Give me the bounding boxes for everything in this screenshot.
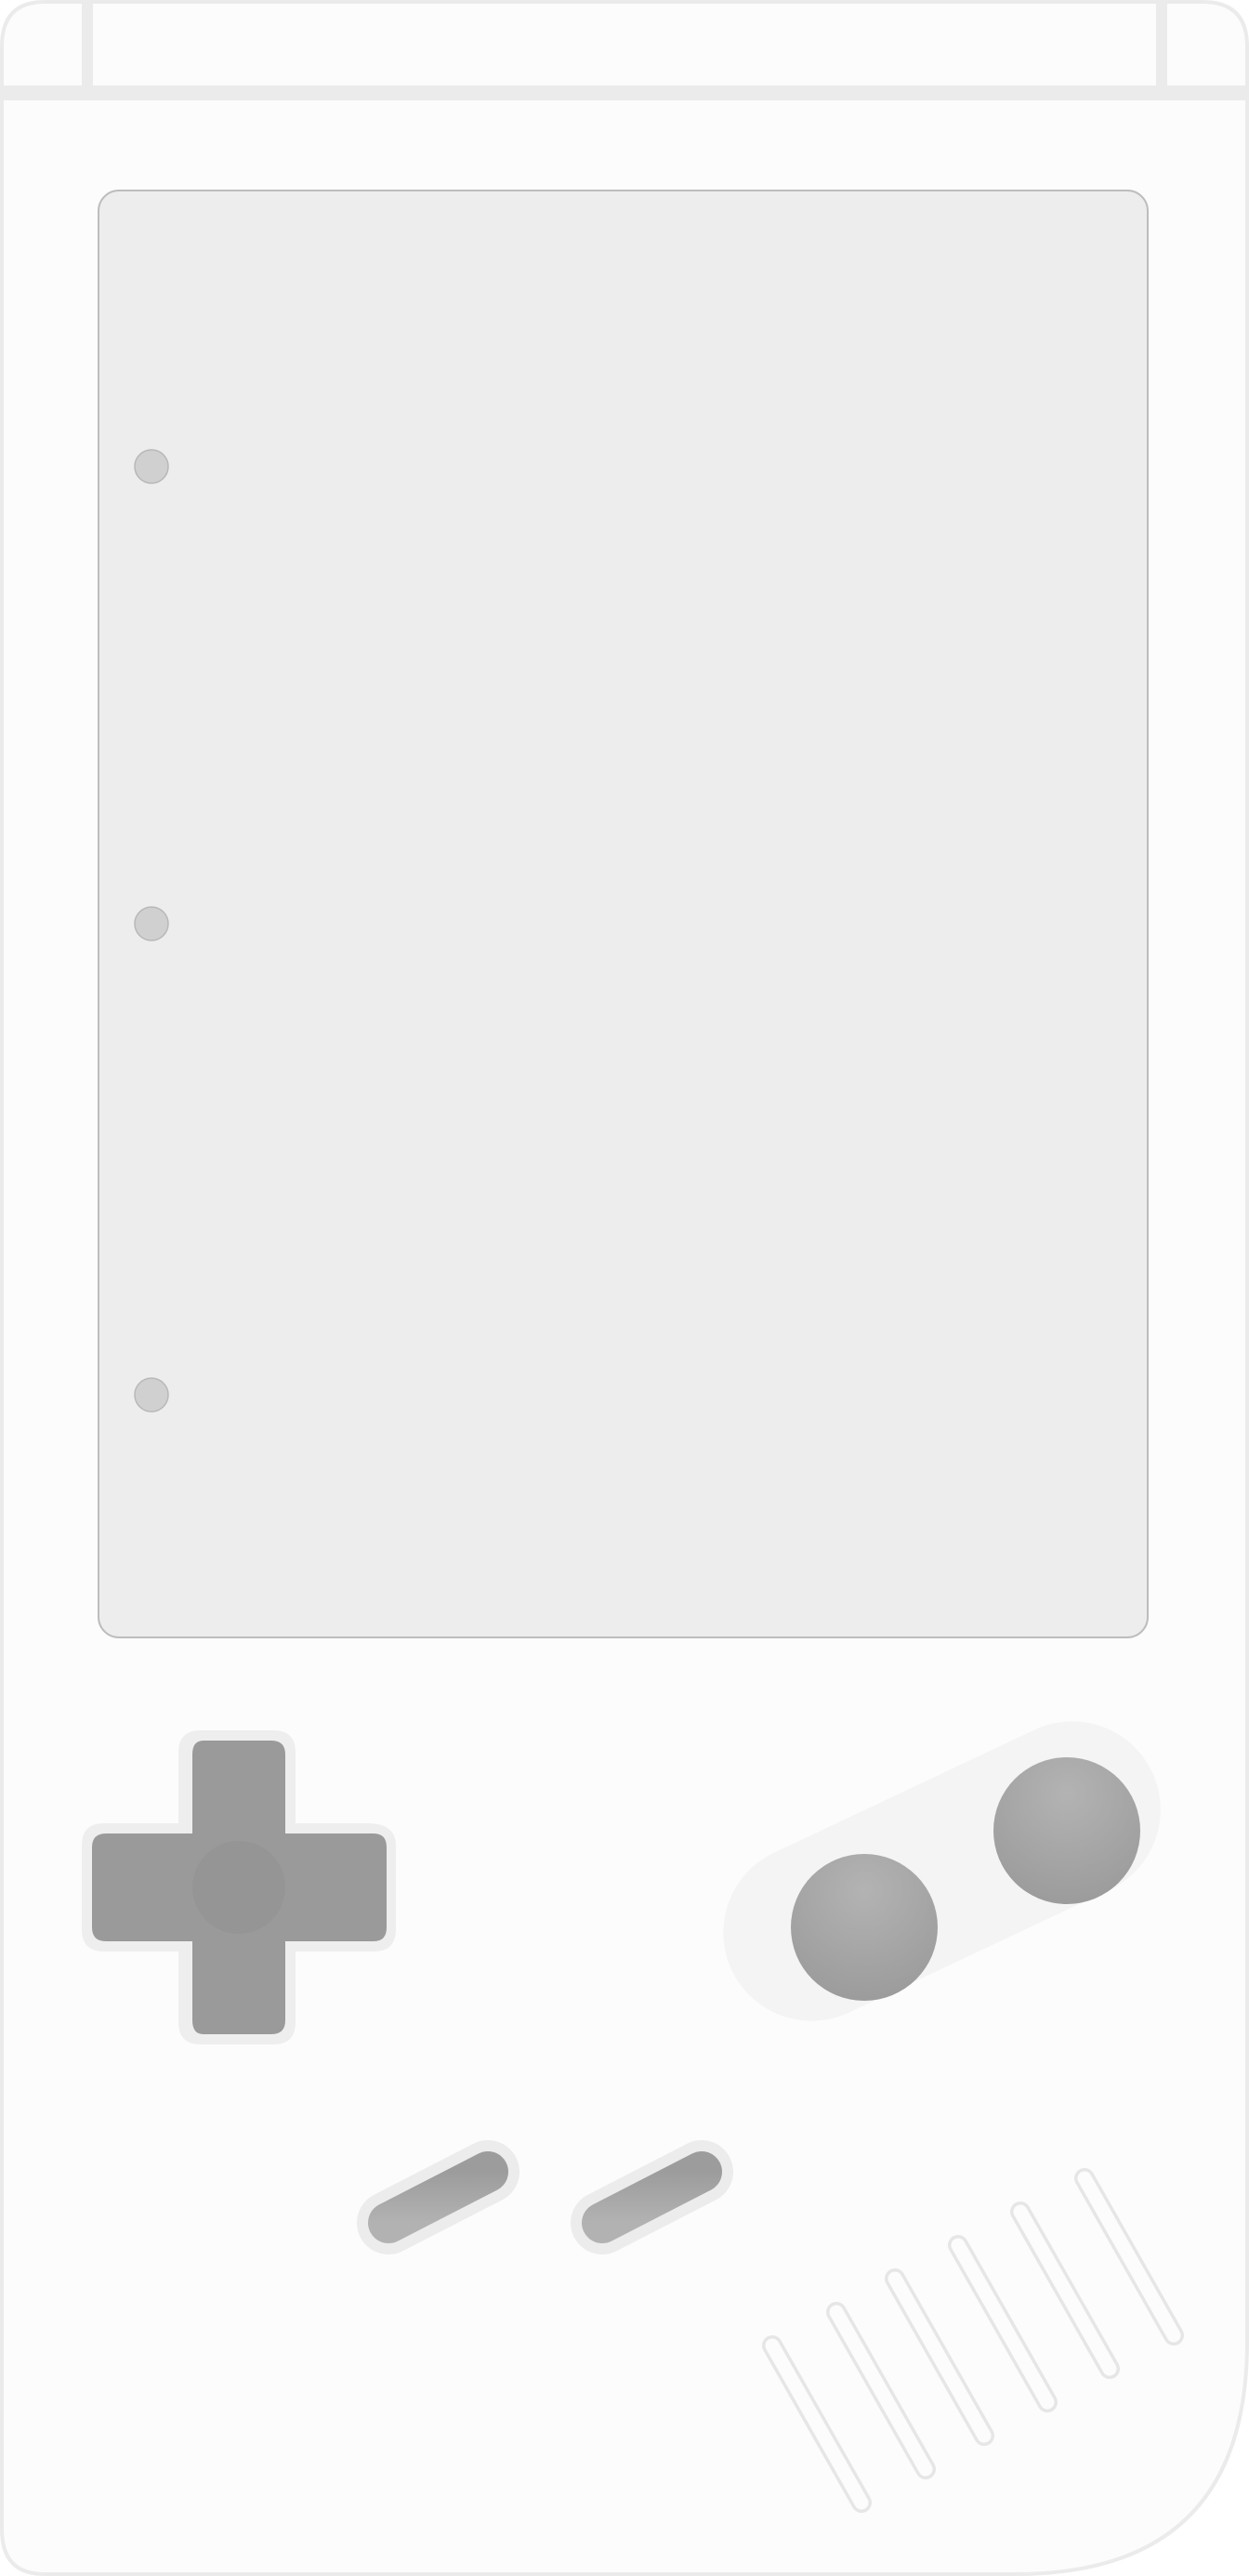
top-bar-right-divider — [1156, 2, 1167, 89]
top-bar-divider — [2, 85, 1247, 100]
screen-indicator-dot — [134, 1377, 169, 1413]
screen-indicator-dot — [134, 449, 169, 484]
dpad-center — [192, 1841, 285, 1934]
screen-indicator-dot — [134, 906, 169, 941]
top-bar-left-divider — [82, 2, 93, 89]
screen — [98, 190, 1149, 1638]
game-device — [0, 0, 1249, 2576]
device-canvas — [0, 0, 1249, 2576]
b-button[interactable] — [791, 1854, 938, 2001]
a-button[interactable] — [993, 1757, 1140, 1904]
